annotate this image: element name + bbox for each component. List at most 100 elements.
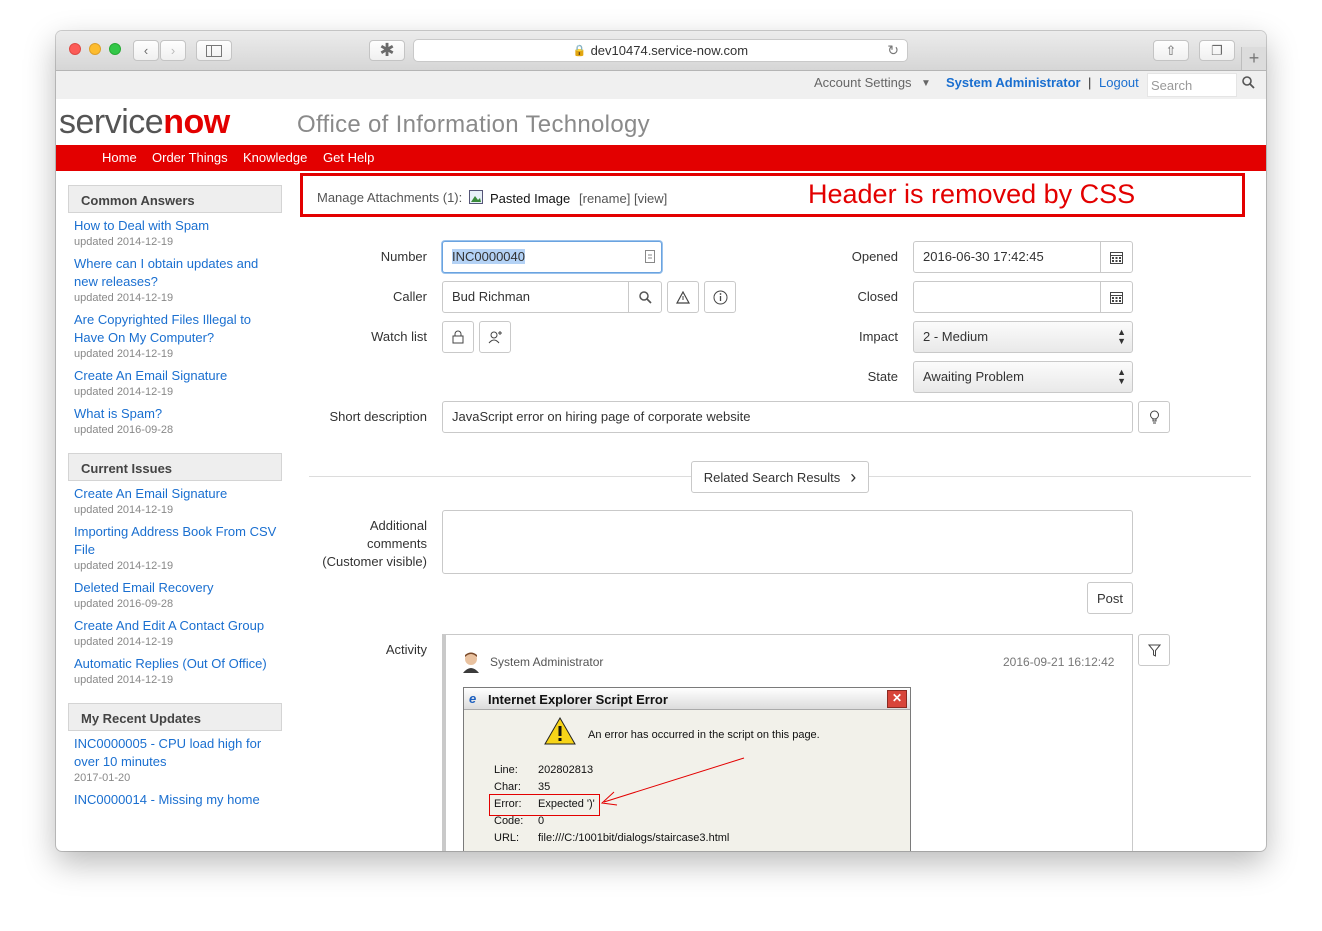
watch-list-label: Watch list [371,329,427,344]
reload-icon[interactable]: ↻ [887,42,899,59]
new-tab-button[interactable]: + [1241,47,1266,70]
post-button[interactable]: Post [1087,582,1133,614]
sidebar-heading-recent-updates: My Recent Updates [68,703,282,731]
nav-item-home[interactable]: Home [102,150,137,165]
copy-icon[interactable] [645,250,655,266]
ie-error-dialog-image: e Internet Explorer Script Error ✕ An er… [463,687,911,851]
additional-comments-textarea[interactable] [442,510,1133,574]
impact-select[interactable]: 2 - Medium ▲ ▼ [913,321,1133,353]
caller-label: Caller [393,289,427,304]
sidebar-link[interactable]: INC0000005 - CPU load high for over 10 m… [74,735,282,771]
back-button[interactable]: ‹ [133,40,159,61]
sidebar-icon [206,44,222,57]
chevron-down-icon[interactable]: ▼ [921,78,931,89]
sidebar: Common Answers How to Deal with Spam upd… [68,185,282,809]
select-arrows-icon: ▲ ▼ [1117,367,1126,386]
logout-link[interactable]: Logout [1099,75,1139,90]
warning-icon [544,717,576,745]
user-name-link[interactable]: System Administrator [946,75,1081,90]
caller-field[interactable]: Bud Richman [442,281,662,313]
activity-filter-button[interactable] [1138,634,1170,666]
additional-comments-label: Additional comments (Customer visible) [322,518,427,569]
extension-button[interactable]: ✱ [369,40,405,61]
sidebar-link[interactable]: INC0000014 - Missing my home [74,791,282,809]
sidebar-heading-common-answers: Common Answers [68,185,282,213]
opened-calendar-button[interactable] [1100,242,1132,272]
servicenow-logo[interactable]: servicenow [59,103,230,142]
opened-label: Opened [851,249,898,264]
rename-link[interactable]: [rename] [579,191,630,206]
sidebar-date: 2017-01-20 [74,772,131,784]
ie-row-key: Char: [494,781,521,793]
calendar-icon [1110,251,1123,264]
browser-toolbar: ‹ › ✱ 🔒 dev10474.service-now.com ↻ ⇧ ❐ + [56,31,1266,71]
closed-calendar-button[interactable] [1100,282,1132,312]
url-text: dev10474.service-now.com [590,43,749,58]
view-link[interactable]: [view] [634,191,667,206]
sidebar-link[interactable]: How to Deal with Spam [74,217,282,235]
calendar-icon [1110,291,1123,304]
activity-stream: System Administrator 2016-09-21 16:12:42… [442,634,1133,851]
sidebar-link[interactable]: Deleted Email Recovery [74,579,282,597]
nav-item-get-help[interactable]: Get Help [323,150,374,165]
info-icon [713,290,727,304]
caller-info-button[interactable] [704,281,736,313]
annotation-text: Header is removed by CSS [808,179,1136,209]
site-header: servicenow Office of Information Technol… [56,99,1266,145]
zoom-window-button[interactable] [109,43,121,55]
sidebar-date: updated 2016-09-28 [74,598,174,610]
site-title: Office of Information Technology [297,111,650,138]
forward-button[interactable]: › [160,40,186,61]
activity-label: Activity [385,642,427,657]
sidebar-date: updated 2016-09-28 [74,424,174,436]
search-input[interactable]: Search [1147,73,1237,97]
ie-row-value: 35 [538,781,551,793]
caller-search-button[interactable] [628,282,661,312]
nav-item-knowledge[interactable]: Knowledge [243,150,307,165]
sidebar-date: updated 2014-12-19 [74,674,174,686]
search-icon[interactable] [1242,76,1255,92]
utility-bar: Account Settings ▼ System Administrator … [56,71,1266,99]
sidebar-date: updated 2014-12-19 [74,236,174,248]
short-description-field[interactable]: JavaScript error on hiring page of corpo… [442,401,1133,433]
sidebar-link[interactable]: Create An Email Signature [74,485,282,503]
state-label: State [867,369,898,384]
watch-list-lock-button[interactable] [442,321,474,353]
add-me-button[interactable] [479,321,511,353]
sidebar-link[interactable]: Create And Edit A Contact Group [74,617,282,635]
manage-attachments-link[interactable]: Manage Attachments (1): [317,190,462,205]
account-settings-link[interactable]: Account Settings [814,75,912,90]
annotation-arrow [600,757,745,806]
close-window-button[interactable] [69,43,81,55]
number-field[interactable]: INC0000040 [442,241,662,273]
opened-field[interactable]: 2016-06-30 17:42:45 [913,241,1133,273]
caller-warning-button[interactable] [667,281,699,313]
attachments-annotation-box: Manage Attachments (1): Pasted Image [re… [300,173,1245,217]
sidebar-link[interactable]: Create An Email Signature [74,367,282,385]
sidebar-link[interactable]: Where can I obtain updates and new relea… [74,255,282,291]
address-bar[interactable]: 🔒 dev10474.service-now.com ↻ [413,39,908,62]
share-button[interactable]: ⇧ [1153,40,1189,61]
ie-row-key: Code: [494,815,524,827]
sidebar-link[interactable]: What is Spam? [74,405,282,423]
sidebar-link[interactable]: Importing Address Book From CSV File [74,523,282,559]
nav-item-order-things[interactable]: Order Things [152,150,228,165]
puzzle-icon: ✱ [379,40,395,60]
ie-row-value: 202802813 [538,764,594,776]
related-search-results-button[interactable]: Related Search Results › [691,461,869,493]
ie-row-value: Expected ')' [538,798,595,810]
sidebar-toggle-button[interactable] [196,40,232,61]
sidebar-date: updated 2014-12-19 [74,504,174,516]
minimize-window-button[interactable] [89,43,101,55]
suggestion-button[interactable] [1138,401,1170,433]
attachment-file-link[interactable]: Pasted Image [490,191,570,206]
state-select[interactable]: Awaiting Problem ▲ ▼ [913,361,1133,393]
filter-icon [1147,644,1161,657]
search-icon [638,290,652,304]
tabs-icon: ❐ [1211,42,1223,58]
sidebar-link[interactable]: Are Copyrighted Files Illegal to Have On… [74,311,282,347]
sidebar-link[interactable]: Automatic Replies (Out Of Office) [74,655,282,673]
lock-icon [452,330,464,344]
tabs-overview-button[interactable]: ❐ [1199,40,1235,61]
closed-field[interactable] [913,281,1133,313]
